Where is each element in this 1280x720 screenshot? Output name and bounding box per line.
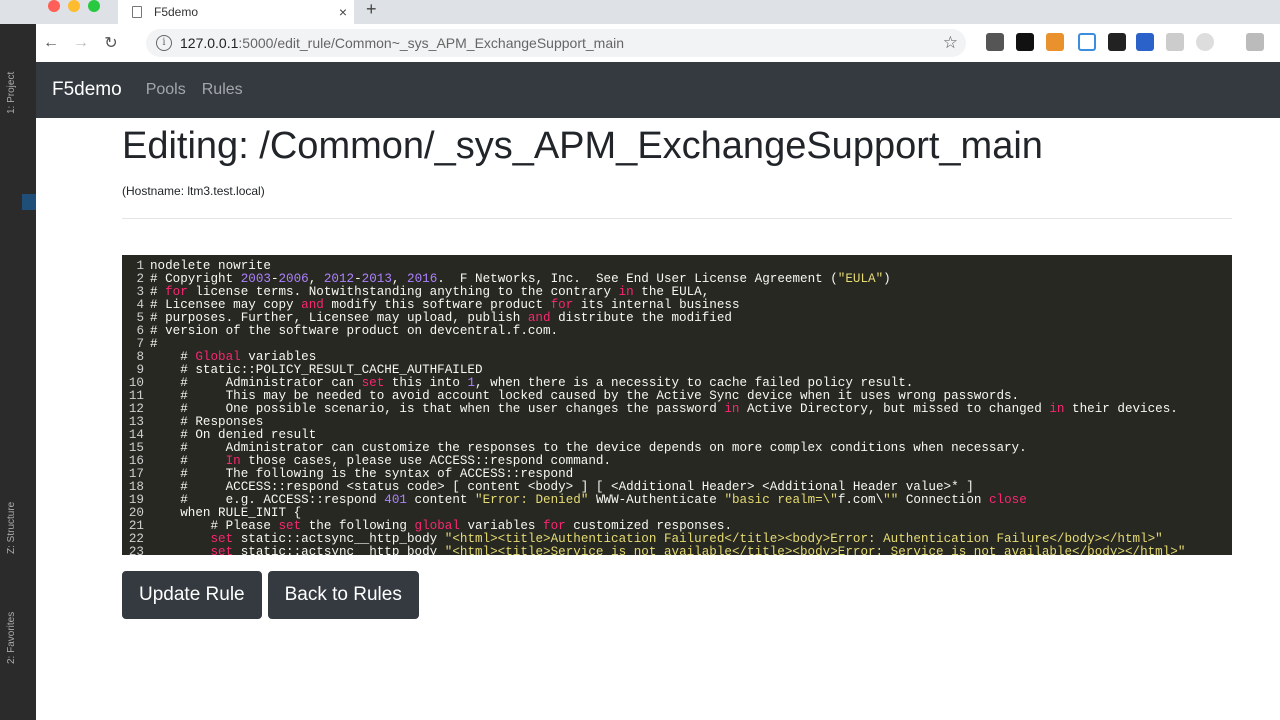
address-bar[interactable]: i 127.0.0.1 :5000/edit_rule/Common~_sys_…: [146, 29, 966, 57]
extension-shield-icon[interactable]: [1078, 33, 1096, 51]
code-editor[interactable]: 1 nodelete nowrite 2 # Copyright 2003-2006,…: [122, 255, 1232, 555]
reload-icon[interactable]: ↻: [96, 33, 126, 53]
back-to-rules-button[interactable]: Back to Rules: [267, 571, 419, 619]
new-tab-button[interactable]: +: [366, 0, 377, 18]
main-container: Editing: /Common/_sys_APM_ExchangeSuppor…: [122, 118, 1232, 219]
bookmark-star-icon[interactable]: ☆: [943, 33, 958, 53]
close-window-button[interactable]: [48, 0, 60, 12]
window-controls: [0, 0, 100, 12]
code-text: # version of the software product on dev…: [150, 324, 559, 338]
code-line[interactable]: 6 # version of the software product on de…: [122, 325, 1232, 338]
app-navbar: F5demo Pools Rules: [36, 62, 1280, 118]
tab-close-icon[interactable]: ×: [332, 4, 354, 20]
line-number: 23: [128, 545, 144, 556]
extension-chart-icon[interactable]: [1046, 33, 1064, 51]
ide-structure-label[interactable]: Z: Structure: [6, 502, 17, 554]
code-line[interactable]: 23 set static::actsync__http_body "<html…: [122, 545, 1232, 556]
url-host: 127.0.0.1: [180, 35, 239, 51]
url-path: :5000/edit_rule/Common~_sys_APM_Exchange…: [238, 35, 625, 51]
ide-selection-marker: [22, 194, 36, 210]
ide-favorites-label[interactable]: 2: Favorites: [6, 612, 17, 664]
code-text: # One possible scenario, is that when th…: [150, 402, 1178, 416]
hostname-label: (Hostname: ltm3.test.local): [122, 184, 265, 198]
browser-tab[interactable]: F5demo ×: [118, 0, 354, 24]
code-text: set static::actsync__http_body "<html><t…: [210, 545, 1186, 556]
minimize-window-button[interactable]: [68, 0, 80, 12]
page-icon: [132, 6, 142, 18]
nav-link-rules[interactable]: Rules: [202, 81, 243, 99]
extension-pen-icon[interactable]: [986, 33, 1004, 51]
extension-q-icon[interactable]: [1136, 33, 1154, 51]
nav-link-pools[interactable]: Pools: [146, 81, 186, 99]
ide-side-strip: 1: Project Z: Structure 2: Favorites: [0, 24, 36, 720]
back-icon[interactable]: ←: [36, 34, 66, 52]
maximize-window-button[interactable]: [88, 0, 100, 12]
tab-title: F5demo: [154, 5, 199, 19]
ide-project-label[interactable]: 1: Project: [6, 72, 17, 114]
site-info-icon[interactable]: i: [156, 35, 172, 51]
divider: [122, 218, 1232, 219]
extension-layers-icon[interactable]: [1108, 33, 1126, 51]
update-rule-button[interactable]: Update Rule: [122, 571, 262, 619]
extension-circle-icon[interactable]: [1196, 33, 1214, 51]
page-title: Editing: /Common/_sys_APM_ExchangeSuppor…: [122, 125, 1043, 167]
navbar-brand[interactable]: F5demo: [52, 79, 122, 101]
code-line[interactable]: 12 # One possible scenario, is that when…: [122, 403, 1232, 416]
forward-icon[interactable]: →: [66, 34, 96, 52]
extension-jb-icon[interactable]: [1016, 33, 1034, 51]
browser-tab-bar: F5demo × +: [0, 0, 1280, 24]
browser-toolbar: ← → ↻ i 127.0.0.1 :5000/edit_rule/Common…: [36, 24, 1280, 62]
extension-grey-icon[interactable]: [1166, 33, 1184, 51]
profile-avatar[interactable]: [1246, 33, 1264, 51]
action-buttons: Update Rule Back to Rules: [122, 571, 419, 619]
